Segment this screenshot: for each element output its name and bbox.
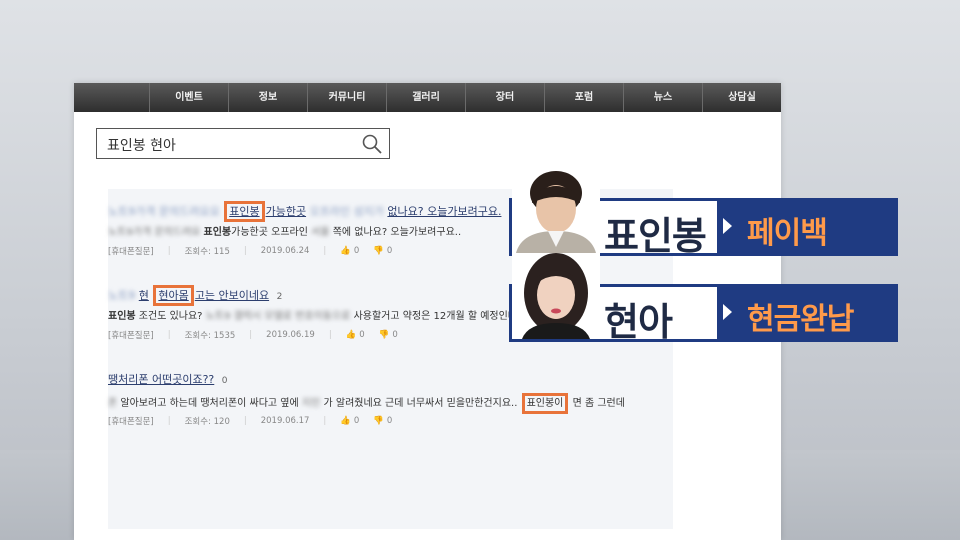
thumbs-down-icon: 👎 [378, 330, 390, 340]
nav-item-event[interactable]: 이벤트 [149, 83, 228, 112]
dislike-count: 0 [392, 330, 398, 340]
result-title-prefix: 현 [138, 289, 149, 302]
snippet-text: 조건도 있나요? [138, 311, 203, 322]
thumbs-up-icon: 👍 [340, 246, 351, 256]
snippet-text-end: 사용할거고 약정은 12개월 할 예정인데 [353, 311, 518, 322]
blurred-text: 오프라인 성지가 [309, 205, 384, 218]
result-title[interactable]: 노트9 현 현아몸 고는 안보이네요 2 [108, 285, 282, 306]
caption-action-bar: 현금완납 [717, 287, 895, 339]
post-date: 2019.06.19 [266, 330, 315, 340]
caption-action: 페이백 [747, 216, 828, 251]
like-button[interactable]: 👍 0 [346, 330, 365, 340]
like-button[interactable]: 👍 0 [340, 416, 359, 426]
caption-box-pyo: 표인봉 페이백 [509, 167, 898, 258]
dislike-count: 0 [386, 246, 393, 256]
search-query-text: 표인봉 현아 [107, 138, 176, 154]
comment-count: 0 [221, 376, 228, 386]
thumbs-up-icon: 👍 [345, 330, 357, 340]
blurred-text: 노트9 갤럭시 모델로 번호이동으로 [205, 311, 351, 322]
result-meta: [휴대폰질문] | 조회수: 120 | 2019.06.17 | 👍 0 👎 0 [108, 415, 393, 427]
thumbs-down-icon: 👎 [373, 246, 384, 256]
view-count: 조회수: 1535 [184, 331, 236, 341]
result-title[interactable]: 노트9가격 문의드려요요 표인봉 가능한곳 오프라인 성지가 없나요? 오늘가보려… [108, 201, 501, 222]
portrait-woman [512, 253, 600, 339]
comment-count: 2 [276, 292, 283, 302]
result-meta: [휴대폰질문] | 조회수: 115 | 2019.06.24 | 👍 0 👎 0 [108, 245, 393, 257]
post-date: 2019.06.17 [260, 416, 310, 426]
highlight-keyword: 표인봉 [224, 201, 265, 222]
caption-action-bar: 페이백 [717, 201, 895, 253]
result-snippet: 노트9가격 문의드려요 표인봉가능한곳 오프라인 서울 쪽에 없나요? 오늘가보… [108, 223, 461, 238]
dislike-button[interactable]: 👎 0 [373, 416, 392, 426]
like-count: 0 [353, 416, 360, 426]
blurred-text: 노트9가격 문의드려요요 [108, 205, 220, 218]
board-label[interactable]: [휴대폰질문] [108, 415, 154, 427]
dislike-button[interactable]: 👎 0 [373, 246, 392, 256]
result-title-text: 가능한곳 [265, 205, 307, 218]
top-nav-bar: 이벤트 정보 커뮤니티 갤러리 장터 포럼 뉴스 상담실 [74, 83, 781, 112]
nav-item-gallery[interactable]: 갤러리 [386, 83, 465, 112]
caret-right-icon [723, 304, 732, 320]
result-meta: [휴대폰질문] | 조회수: 1535 | 2019.06.19 | 👍 0 👎 0 [108, 329, 398, 341]
like-count: 0 [359, 330, 365, 340]
blurred-text: 노트9가격 문의드려요 [108, 227, 201, 238]
caret-right-icon [723, 218, 732, 234]
thumbs-down-icon: 👎 [373, 416, 384, 426]
snippet-text-mid: 가 알려줬네요 근데 너무싸서 믿을만한건지요.. [323, 398, 518, 409]
nav-item-market[interactable]: 장터 [465, 83, 544, 112]
nav-item-counsel[interactable]: 상담실 [702, 83, 781, 112]
like-button[interactable]: 👍 0 [340, 246, 359, 256]
dislike-button[interactable]: 👎 0 [379, 330, 398, 340]
snippet-keyword: 표인봉 [203, 227, 232, 238]
blurred-text: 노트9 [108, 289, 136, 302]
snippet-text-end: 쪽에 없나요? 오늘가보려구요.. [332, 227, 462, 238]
blurred-text: 서울 [311, 227, 330, 238]
highlight-keyword: 현아몸 [153, 285, 194, 306]
portrait-man [512, 167, 600, 253]
view-count: 조회수: 120 [184, 417, 230, 427]
caption-name: 표인봉 [604, 214, 707, 258]
caption-action: 현금완납 [747, 302, 854, 337]
snippet-text: 가능한곳 오프라인 [231, 227, 308, 238]
result-title-text: 고는 안보이네요 [194, 289, 270, 302]
snippet-text: 알아보려고 하는데 땡처리폰이 싸다고 옆에 [120, 398, 299, 409]
result-snippet: 폰 알아보려고 하는데 땡처리폰이 싸다고 옆에 지인 가 알려줬네요 근데 너… [108, 393, 625, 414]
post-date: 2019.06.24 [260, 246, 310, 256]
nav-item-news[interactable]: 뉴스 [623, 83, 702, 112]
result-snippet: 표인봉 조건도 있나요? 노트9 갤럭시 모델로 번호이동으로 사용할거고 약정… [108, 307, 517, 322]
result-title-text: 땡처리폰 어떤곳이죠?? [108, 373, 215, 386]
board-label[interactable]: [휴대폰질문] [108, 329, 154, 341]
search-icon[interactable] [361, 133, 383, 155]
search-input[interactable]: 표인봉 현아 [96, 128, 390, 159]
snippet-text-end: 면 좀 그런데 [572, 398, 625, 409]
nav-item-community[interactable]: 커뮤니티 [307, 83, 386, 112]
result-title[interactable]: 땡처리폰 어떤곳이죠?? 0 [108, 371, 228, 387]
view-count: 조회수: 115 [184, 247, 230, 257]
nav-item-forum[interactable]: 포럼 [544, 83, 623, 112]
result-title-end: 없나요? 오늘가보려구요. [387, 205, 502, 218]
blurred-text: 지인 [301, 398, 321, 409]
blurred-text: 폰 [108, 398, 118, 409]
nav-item-info[interactable]: 정보 [228, 83, 307, 112]
snippet-keyword: 표인봉 [108, 311, 136, 322]
thumbs-up-icon: 👍 [340, 416, 351, 426]
caption-box-hyuna: 현아 현금완납 [509, 253, 898, 344]
highlight-keyword: 표인봉이 [521, 393, 569, 414]
board-label[interactable]: [휴대폰질문] [108, 245, 154, 257]
like-count: 0 [353, 246, 360, 256]
dislike-count: 0 [386, 416, 393, 426]
caption-name: 현아 [604, 300, 673, 344]
